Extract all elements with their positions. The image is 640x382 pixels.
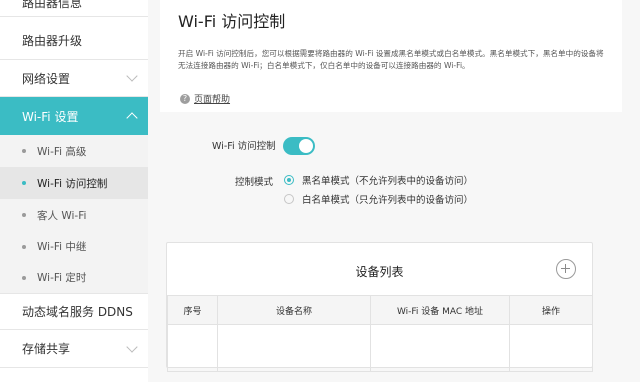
chevron-up-icon <box>126 112 138 124</box>
sidebar-item-wifi-schedule[interactable]: Wi-Fi 定时 <box>0 262 148 293</box>
chevron-down-icon <box>126 340 138 353</box>
sidebar-item-label: Wi-Fi 定时 <box>37 272 87 284</box>
sidebar-item-router-info[interactable]: 路由器信息 <box>0 0 148 17</box>
sidebar-item-label: 动态域名服务 DDNS <box>22 305 133 319</box>
page-help-link[interactable]: ? 页面帮助 <box>180 92 230 105</box>
blacklist-mode-label: 黑名单模式（不允许列表中的设备访问） <box>302 176 474 187</box>
column-header-index: 序号 <box>167 295 218 325</box>
table-header-row: 序号 设备名称 Wi-Fi 设备 MAC 地址 操作 <box>167 295 593 325</box>
table-cell <box>370 324 510 372</box>
sidebar-item-wifi-settings[interactable]: Wi-Fi 设置 <box>0 97 148 135</box>
sidebar-item-guest-wifi[interactable]: 客人 Wi-Fi <box>0 199 148 231</box>
device-list-card: 设备列表 序号 设备名称 Wi-Fi 设备 MAC 地址 操作 <box>166 242 593 372</box>
help-icon: ? <box>180 93 190 104</box>
page-description: 开启 Wi-Fi 访问控制后，您可以根据需要将路由器的 Wi-Fi 设置成黑名单… <box>178 49 604 70</box>
sidebar-item-wifi-advanced[interactable]: Wi-Fi 高级 <box>0 135 148 167</box>
page-title: Wi-Fi 访问控制 <box>178 12 286 31</box>
sidebar-item-label: Wi-Fi 高级 <box>37 145 87 158</box>
column-header-actions: 操作 <box>509 295 593 325</box>
bullet-icon <box>22 244 26 249</box>
table-cell <box>509 324 593 372</box>
sidebar-item-storage-sharing[interactable]: 存储共享 <box>0 330 148 368</box>
bullet-icon <box>22 181 26 185</box>
bullet-icon <box>22 275 26 280</box>
sidebar-item-label: Wi-Fi 访问控制 <box>37 177 108 190</box>
blacklist-mode-radio[interactable]: 黑名单模式（不允许列表中的设备访问） <box>284 173 473 187</box>
bullet-icon <box>22 213 26 217</box>
whitelist-mode-label: 白名单模式（只允许列表中的设备访问） <box>302 195 474 206</box>
chevron-down-icon <box>126 70 138 82</box>
radio-unselected-icon <box>284 194 294 204</box>
bullet-icon <box>22 149 26 153</box>
device-list-title: 设备列表 <box>355 265 404 279</box>
sidebar-item-label: 客人 Wi-Fi <box>37 209 87 222</box>
sidebar-item-network-settings[interactable]: 网络设置 <box>0 60 148 97</box>
device-table: 序号 设备名称 Wi-Fi 设备 MAC 地址 操作 <box>167 295 593 372</box>
sidebar-item-ddns[interactable]: 动态域名服务 DDNS <box>0 293 148 330</box>
sidebar-item-label: 路由器升级 <box>22 34 83 48</box>
column-header-mac-address: Wi-Fi 设备 MAC 地址 <box>370 295 510 325</box>
table-row <box>167 324 593 372</box>
access-control-toggle[interactable] <box>283 137 315 155</box>
access-control-label: Wi-Fi 访问控制 <box>212 141 276 152</box>
add-device-button[interactable] <box>556 259 576 279</box>
sidebar-item-wifi-access-control[interactable]: Wi-Fi 访问控制 <box>0 167 148 199</box>
control-mode-label: 控制模式 <box>235 177 274 188</box>
sidebar-item-label: Wi-Fi 中继 <box>37 241 87 253</box>
sidebar-item-label: 路由器信息 <box>22 0 83 10</box>
whitelist-mode-radio[interactable]: 白名单模式（只允许列表中的设备访问） <box>284 192 473 206</box>
sidebar-item-label: Wi-Fi 设置 <box>22 109 79 124</box>
sidebar-item-label: 网络设置 <box>22 71 71 86</box>
sidebar-item-wifi-repeater[interactable]: Wi-Fi 中继 <box>0 231 148 262</box>
sidebar: 路由器信息 路由器升级 网络设置 Wi-Fi 设置 Wi-Fi 高级 Wi-Fi… <box>0 0 148 382</box>
column-header-device-name: 设备名称 <box>217 295 371 325</box>
toggle-knob <box>299 139 313 153</box>
table-cell <box>217 324 371 372</box>
page-header: Wi-Fi 访问控制 开启 Wi-Fi 访问控制后，您可以根据需要将路由器的 W… <box>160 0 622 112</box>
help-label: 页面帮助 <box>194 95 231 105</box>
sidebar-item-label: 存储共享 <box>22 342 71 356</box>
sidebar-item-router-upgrade[interactable]: 路由器升级 <box>0 22 148 60</box>
radio-selected-icon <box>284 175 294 185</box>
table-cell <box>167 324 218 372</box>
